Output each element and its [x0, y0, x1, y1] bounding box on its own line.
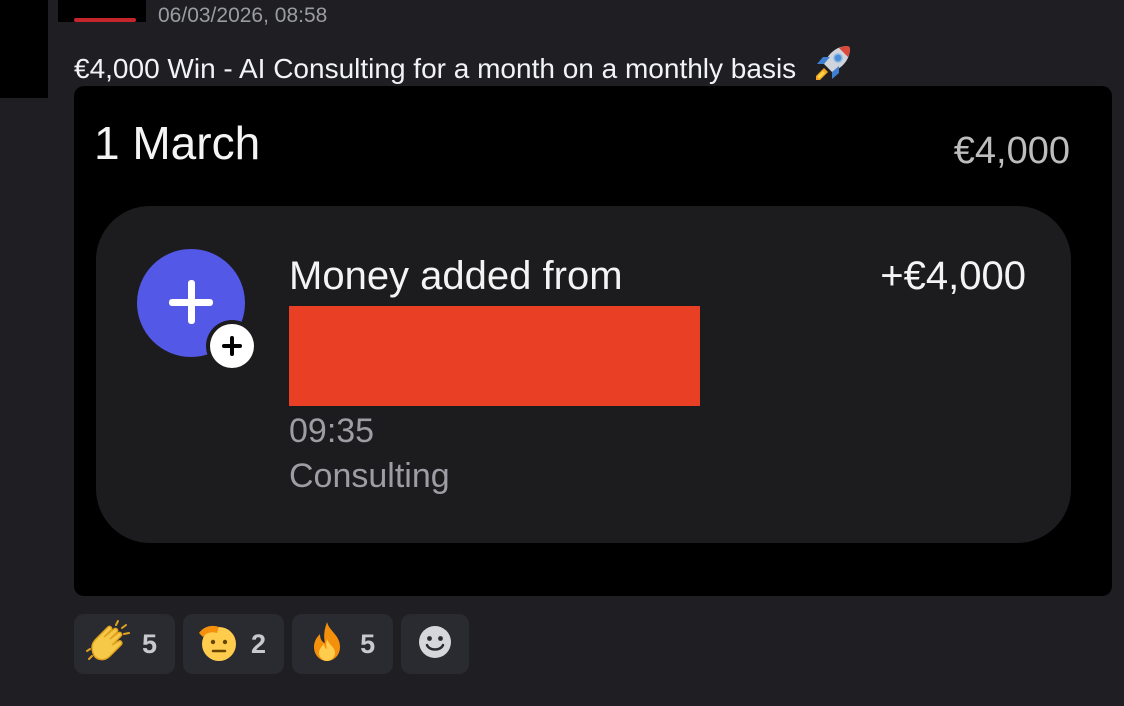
transaction-title: Money added from	[289, 254, 623, 298]
message-text: €4,000 Win - AI Consulting for a month o…	[74, 53, 797, 84]
add-reaction-icon	[417, 624, 453, 665]
redacted-avatar	[0, 0, 48, 98]
reaction-count: 2	[251, 628, 267, 659]
reactions-bar: 5 2 5	[74, 614, 470, 674]
reaction-salute[interactable]: 2	[183, 614, 285, 674]
message-timestamp: 06/03/2026, 08:58	[158, 4, 328, 27]
transaction-card: Money added from +€4,000 09:35 Consultin…	[96, 206, 1071, 543]
username-fragment	[74, 18, 136, 22]
saluting-face-icon	[195, 619, 241, 670]
plus-badge-icon	[206, 320, 258, 372]
redacted-sender	[289, 306, 700, 406]
transaction-category: Consulting	[289, 457, 450, 495]
reaction-count: 5	[142, 628, 158, 659]
reaction-clap[interactable]: 5	[74, 614, 176, 674]
bank-screenshot-image[interactable]: 1 March €4,000 Money added from +€4,000 …	[74, 86, 1112, 596]
add-reaction-button[interactable]	[401, 614, 470, 674]
reaction-fire[interactable]: 5	[292, 614, 394, 674]
fire-icon	[304, 619, 350, 670]
reaction-count: 5	[360, 628, 376, 659]
day-total: €4,000	[953, 130, 1070, 172]
transaction-amount: +€4,000	[880, 254, 1026, 298]
clapping-hands-icon	[86, 619, 132, 670]
date-heading: 1 March	[94, 117, 261, 169]
transaction-time: 09:35	[289, 412, 375, 450]
